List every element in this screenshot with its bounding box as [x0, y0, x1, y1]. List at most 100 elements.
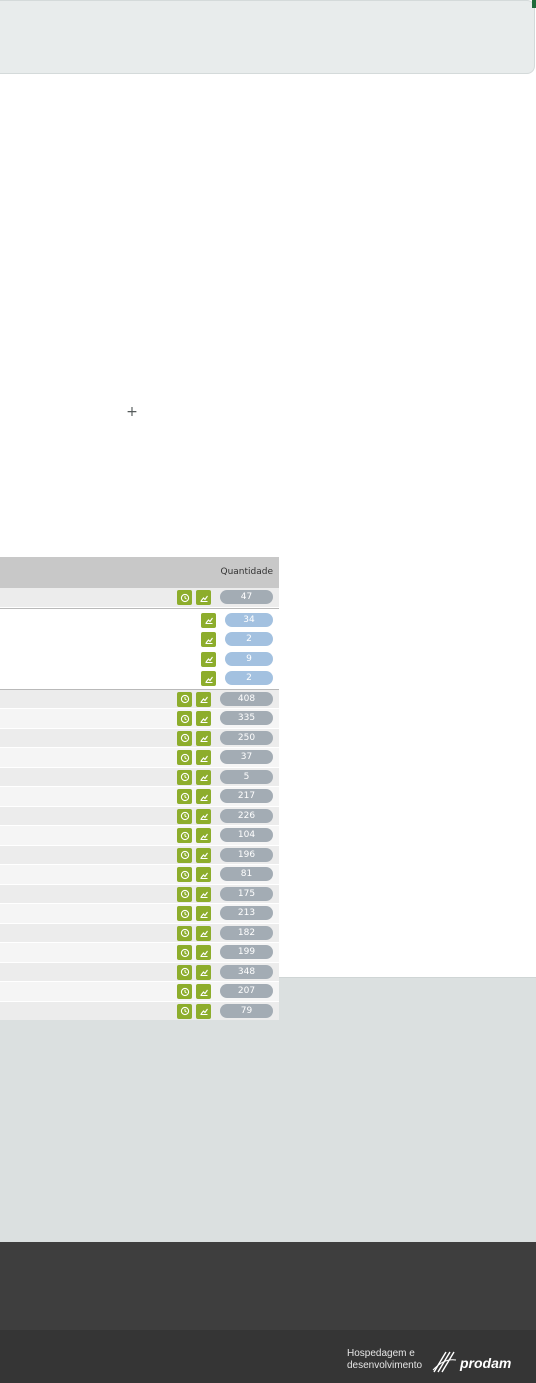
top-panel [0, 0, 535, 74]
trend-icon[interactable] [196, 691, 211, 707]
quantity-badge: 250 [220, 730, 273, 745]
table-row: 175 [0, 884, 279, 904]
trend-icon[interactable] [196, 590, 211, 605]
sub-table-row: 9 [0, 649, 279, 669]
table-row: 250 [0, 728, 279, 748]
quantity-table: Quantidade 47 34 2 9 2 408 335 250 37 5 217 226 10… [0, 557, 279, 1021]
quantity-badge: 37 [220, 750, 273, 764]
clock-icon[interactable] [177, 945, 192, 960]
trend-icon[interactable] [196, 906, 211, 921]
clock-icon[interactable] [177, 711, 192, 726]
clock-icon[interactable] [177, 590, 192, 605]
table-row: 196 [0, 845, 279, 865]
sub-table-row: 2 [0, 669, 279, 689]
hosting-line-1: Hospedagem e [347, 1348, 415, 1359]
trend-icon[interactable] [196, 1003, 211, 1019]
quantity-badge: 47 [220, 590, 273, 604]
table-row: 47 [0, 588, 279, 608]
table-row: 348 [0, 962, 279, 982]
quantity-badge: 79 [220, 1003, 273, 1018]
quantity-badge: 213 [220, 906, 273, 920]
table-row: 207 [0, 982, 279, 1002]
trend-icon[interactable] [196, 808, 211, 824]
trend-icon[interactable] [196, 984, 211, 999]
quantity-badge: 199 [220, 945, 273, 959]
trend-icon[interactable] [196, 750, 211, 765]
clock-icon[interactable] [177, 925, 192, 941]
table-row: 335 [0, 709, 279, 729]
clock-icon[interactable] [177, 730, 192, 746]
clock-icon[interactable] [177, 1003, 192, 1019]
quantity-badge: 408 [220, 691, 273, 706]
trend-icon[interactable] [196, 711, 211, 726]
trend-icon[interactable] [196, 964, 211, 980]
quantity-badge: 9 [225, 651, 273, 666]
trend-icon[interactable] [201, 632, 216, 647]
clock-icon[interactable] [177, 789, 192, 804]
quantity-badge: 81 [220, 867, 273, 881]
gray-band-lower [0, 1020, 279, 1242]
sub-table-row: 2 [0, 630, 279, 650]
quantity-badge: 34 [225, 612, 273, 627]
trend-icon[interactable] [196, 867, 211, 882]
prodam-logo[interactable]: prodam [432, 1346, 527, 1376]
clock-icon[interactable] [177, 867, 192, 882]
footer-upper [0, 1242, 536, 1330]
table-row: 5 [0, 767, 279, 787]
table-header: Quantidade [0, 557, 279, 588]
gray-band [279, 977, 536, 1243]
clock-icon[interactable] [177, 906, 192, 921]
clock-icon[interactable] [177, 691, 192, 707]
quantity-badge: 2 [225, 671, 273, 685]
trend-icon[interactable] [201, 651, 216, 667]
trend-icon[interactable] [196, 828, 211, 843]
hosting-line-2: desenvolvimento [347, 1360, 423, 1371]
trend-icon[interactable] [196, 847, 211, 863]
clock-icon[interactable] [177, 769, 192, 785]
table-row: 79 [0, 1001, 279, 1021]
rows: 408 335 250 37 5 217 226 104 196 81 175 213 182 199 34… [0, 689, 279, 1021]
quantity-badge: 196 [220, 847, 273, 862]
trend-icon[interactable] [201, 612, 216, 628]
table-row: 104 [0, 826, 279, 846]
table-row: 81 [0, 865, 279, 885]
hosting-credit: Hospedagem e desenvolvimento [347, 1348, 422, 1372]
sub-rows: 34 2 9 2 [0, 610, 279, 689]
quantity-badge: 348 [220, 964, 273, 979]
trend-icon[interactable] [196, 789, 211, 804]
table-row: 199 [0, 943, 279, 963]
table-row: 37 [0, 748, 279, 768]
plus-icon[interactable]: + [126, 405, 138, 419]
trend-icon[interactable] [196, 925, 211, 941]
clock-icon[interactable] [177, 750, 192, 765]
table-row: 226 [0, 806, 279, 826]
table-row: 182 [0, 923, 279, 943]
sub-table-row: 34 [0, 610, 279, 630]
trend-icon[interactable] [201, 671, 216, 686]
quantity-badge: 182 [220, 925, 273, 940]
table-row: 217 [0, 787, 279, 807]
quantity-badge: 207 [220, 984, 273, 998]
quantity-badge: 226 [220, 808, 273, 823]
trend-icon[interactable] [196, 769, 211, 785]
clock-icon[interactable] [177, 964, 192, 980]
quantity-badge: 5 [220, 769, 273, 784]
clock-icon[interactable] [177, 828, 192, 843]
clock-icon[interactable] [177, 808, 192, 824]
trend-icon[interactable] [196, 730, 211, 746]
clock-icon[interactable] [177, 886, 192, 902]
trend-icon[interactable] [196, 886, 211, 902]
clock-icon[interactable] [177, 847, 192, 863]
top-accent [532, 0, 536, 8]
table-row: 408 [0, 689, 279, 709]
quantity-badge: 335 [220, 711, 273, 725]
quantity-badge: 175 [220, 886, 273, 901]
clock-icon[interactable] [177, 984, 192, 999]
table-row: 213 [0, 904, 279, 924]
quantity-badge: 2 [225, 632, 273, 646]
quantity-badge: 217 [220, 789, 273, 803]
logo-text: prodam [459, 1355, 511, 1371]
quantity-badge: 104 [220, 828, 273, 842]
trend-icon[interactable] [196, 945, 211, 960]
quantity-header: Quantidade [220, 567, 273, 577]
